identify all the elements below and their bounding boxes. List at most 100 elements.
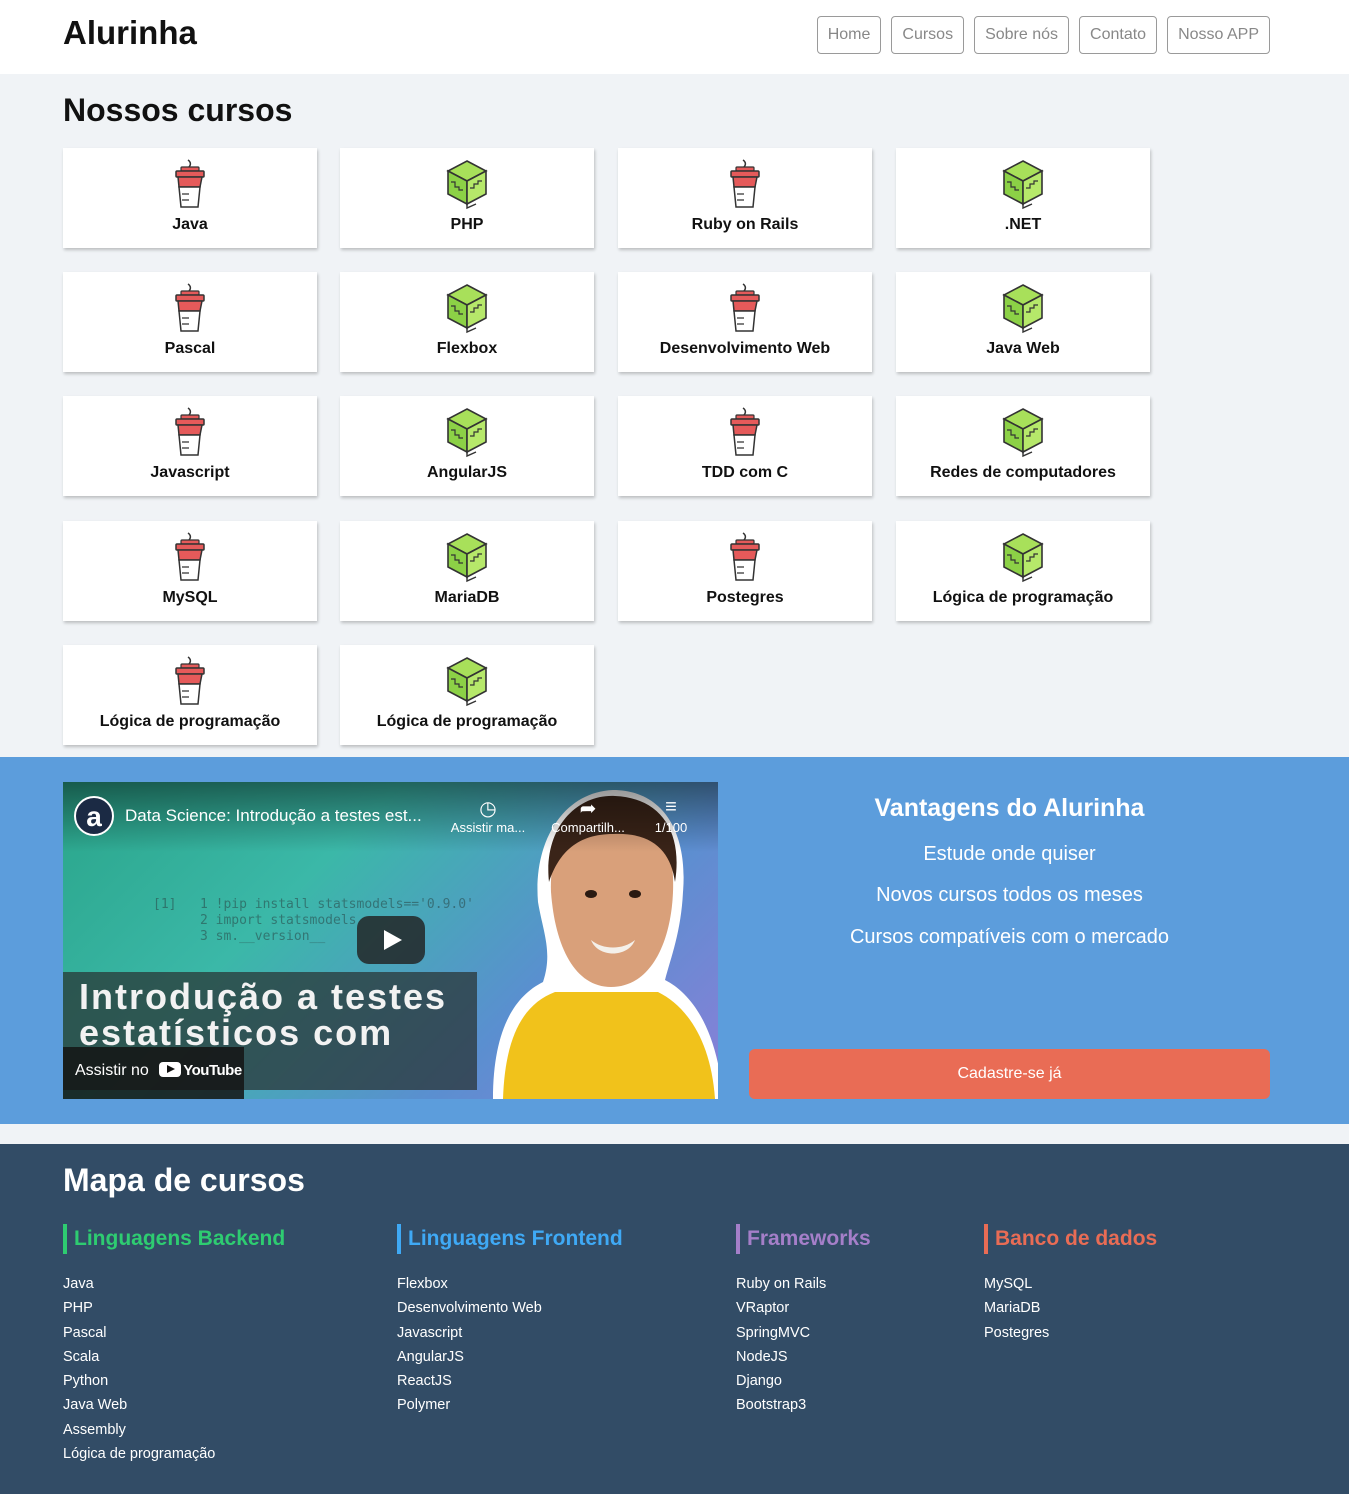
signup-button[interactable]: Cadastre-se já: [749, 1049, 1270, 1099]
main-nav: Home Cursos Sobre nós Contato Nosso APP: [816, 16, 1270, 54]
course-label: Lógica de programação: [376, 713, 558, 730]
map-link[interactable]: Flexbox: [397, 1272, 623, 1296]
advantages-panel: Vantagens do Alurinha Estude onde quiser…: [749, 757, 1270, 1097]
map-link[interactable]: Ruby on Rails: [736, 1272, 871, 1296]
map-column-heading: Banco de dados: [984, 1224, 1157, 1254]
course-card[interactable]: .NET: [896, 148, 1150, 248]
nav-courses-button[interactable]: Cursos: [891, 16, 965, 54]
map-column-heading: Linguagens Backend: [63, 1224, 285, 1254]
course-label: Lógica de programação: [932, 589, 1114, 606]
map-link[interactable]: SpringMVC: [736, 1321, 871, 1345]
map-link[interactable]: Desenvolvimento Web: [397, 1296, 623, 1320]
cup-icon: [167, 282, 213, 334]
share-icon: ➦: [579, 798, 597, 820]
course-card[interactable]: Flexbox: [340, 272, 594, 372]
site-header: Alurinha Home Cursos Sobre nós Contato N…: [0, 0, 1349, 74]
map-link[interactable]: Bootstrap3: [736, 1393, 871, 1417]
cube-icon: [444, 406, 490, 458]
advantage-item: Cursos compatíveis com o mercado: [849, 926, 1169, 948]
course-card[interactable]: Lógica de programação: [896, 521, 1150, 621]
map-link[interactable]: Assembly: [63, 1418, 285, 1442]
map-column: Frameworks Ruby on Rails VRaptor SpringMVC N…: [736, 1224, 871, 1418]
course-card[interactable]: Postegres: [618, 521, 872, 621]
cup-icon: [722, 531, 768, 583]
course-label: Pascal: [164, 340, 216, 357]
course-label: TDD com C: [701, 464, 789, 481]
video-code-background: [1] 1 !pip install statsmodels=='0.9.0' …: [153, 897, 474, 944]
course-label: Java: [172, 216, 208, 233]
course-label: .NET: [1004, 216, 1042, 233]
map-link[interactable]: Postegres: [984, 1321, 1157, 1345]
play-button[interactable]: [357, 916, 425, 964]
course-label: Flexbox: [436, 340, 498, 357]
nav-app-button[interactable]: Nosso APP: [1167, 16, 1270, 54]
youtube-logo: YouTube: [159, 1047, 242, 1095]
course-label: MySQL: [162, 589, 218, 606]
course-card[interactable]: Java: [63, 148, 317, 248]
nav-contact-button[interactable]: Contato: [1079, 16, 1158, 54]
course-card[interactable]: TDD com C: [618, 396, 872, 496]
map-title: Mapa de cursos: [63, 1162, 305, 1198]
video-title[interactable]: Data Science: Introdução a testes est...: [125, 806, 422, 826]
advantages-title: Vantagens do Alurinha: [874, 794, 1145, 822]
course-label: MariaDB: [434, 589, 500, 606]
course-card[interactable]: Java Web: [896, 272, 1150, 372]
nav-home-button[interactable]: Home: [816, 16, 882, 54]
map-link[interactable]: VRaptor: [736, 1296, 871, 1320]
watch-on-label: Assistir no: [75, 1062, 149, 1079]
course-map: Mapa de cursos Linguagens Backend Java PHP…: [0, 1144, 1349, 1494]
map-link[interactable]: Java Web: [63, 1393, 285, 1417]
map-column: Linguagens Backend Java PHP Pascal Scala Pyth…: [63, 1224, 285, 1466]
course-label: Lógica de programação: [99, 713, 281, 730]
course-label: Desenvolvimento Web: [659, 340, 831, 357]
map-link[interactable]: PHP: [63, 1296, 285, 1320]
map-link[interactable]: Lógica de programação: [63, 1442, 285, 1466]
map-link[interactable]: NodeJS: [736, 1345, 871, 1369]
cup-icon: [722, 158, 768, 210]
course-card[interactable]: Lógica de programação: [63, 645, 317, 745]
course-label: AngularJS: [426, 464, 507, 481]
playlist-button[interactable]: ≡ 1/100: [626, 796, 716, 835]
watch-on-youtube-button[interactable]: Assistir no YouTube: [63, 1047, 244, 1099]
clock-icon: ◷: [479, 798, 497, 820]
course-card[interactable]: Lógica de programação: [340, 645, 594, 745]
course-card[interactable]: Pascal: [63, 272, 317, 372]
map-link[interactable]: MariaDB: [984, 1296, 1157, 1320]
cube-icon: [444, 655, 490, 707]
map-link[interactable]: AngularJS: [397, 1345, 623, 1369]
course-card[interactable]: MariaDB: [340, 521, 594, 621]
cube-icon: [1000, 282, 1046, 334]
course-card[interactable]: PHP: [340, 148, 594, 248]
map-column-heading: Linguagens Frontend: [397, 1224, 623, 1254]
map-link[interactable]: Python: [63, 1369, 285, 1393]
map-column: Linguagens Frontend Flexbox Desenvolviment…: [397, 1224, 623, 1418]
map-link[interactable]: Django: [736, 1369, 871, 1393]
course-card[interactable]: Ruby on Rails: [618, 148, 872, 248]
course-card[interactable]: Javascript: [63, 396, 317, 496]
watch-later-label: Assistir ma...: [450, 820, 526, 835]
course-card[interactable]: MySQL: [63, 521, 317, 621]
advantage-item: Estude onde quiser: [923, 843, 1096, 865]
playlist-count: 1/100: [654, 820, 688, 835]
map-link[interactable]: Java: [63, 1272, 285, 1296]
course-card[interactable]: AngularJS: [340, 396, 594, 496]
cube-icon: [1000, 406, 1046, 458]
course-card[interactable]: Desenvolvimento Web: [618, 272, 872, 372]
channel-avatar[interactable]: a: [74, 796, 114, 836]
map-link[interactable]: ReactJS: [397, 1369, 623, 1393]
course-label: PHP: [450, 216, 484, 233]
nav-about-button[interactable]: Sobre nós: [974, 16, 1070, 54]
share-button[interactable]: ➦ Compartilh...: [543, 796, 633, 835]
map-link[interactable]: MySQL: [984, 1272, 1157, 1296]
cube-icon: [1000, 158, 1046, 210]
map-link[interactable]: Scala: [63, 1345, 285, 1369]
map-link[interactable]: Javascript: [397, 1321, 623, 1345]
map-link[interactable]: Polymer: [397, 1393, 623, 1417]
advantage-item: Novos cursos todos os meses: [876, 884, 1143, 906]
map-link[interactable]: Pascal: [63, 1321, 285, 1345]
youtube-wordmark: YouTube: [183, 1062, 242, 1079]
course-card[interactable]: Redes de computadores: [896, 396, 1150, 496]
logo[interactable]: Alurinha: [63, 14, 197, 52]
watch-later-button[interactable]: ◷ Assistir ma...: [443, 796, 533, 835]
video-player[interactable]: [1] 1 !pip install statsmodels=='0.9.0' …: [63, 782, 718, 1099]
